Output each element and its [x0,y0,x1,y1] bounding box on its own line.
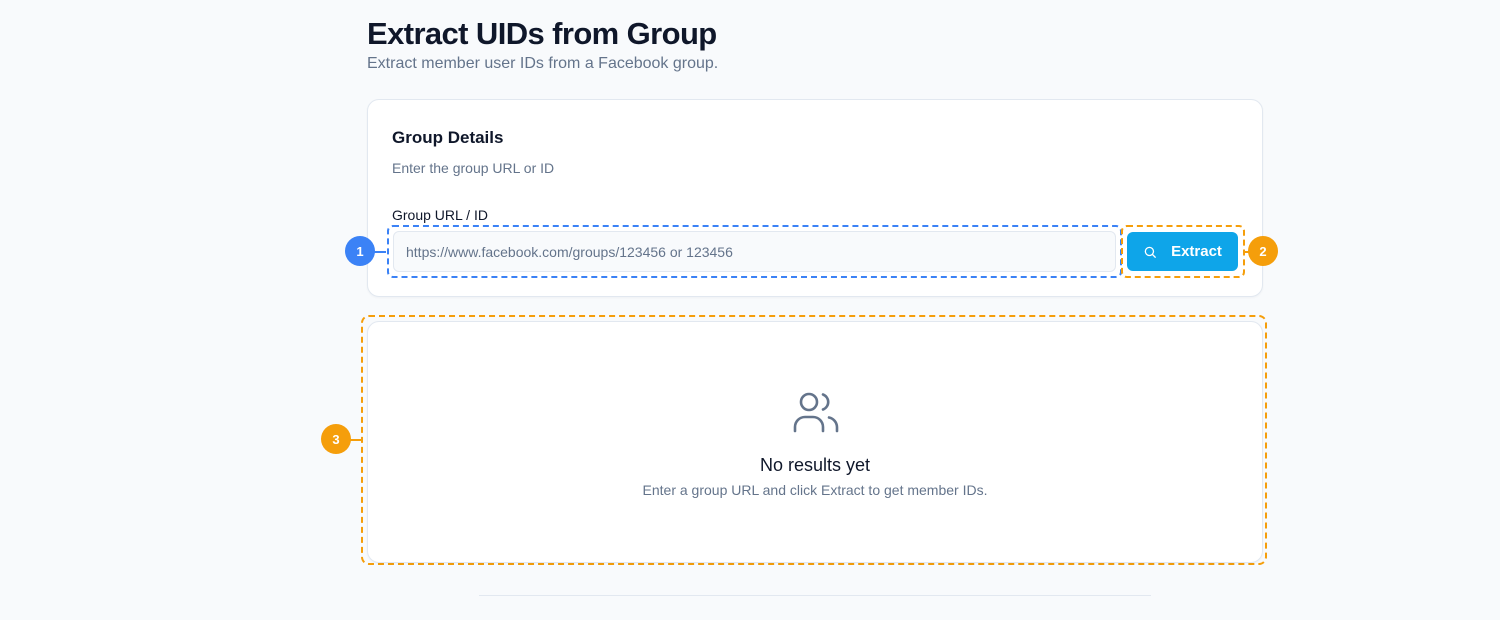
group-input-highlight [387,225,1122,278]
card-title: Group Details [392,128,504,147]
empty-state-title: No results yet [759,455,871,475]
group-url-input[interactable] [393,231,1116,272]
page-title: Extract UIDs from Group [367,16,717,51]
annotation-marker-2: 2 [1248,236,1278,266]
page-header: Extract UIDs from Group Extract member u… [367,14,718,74]
group-url-label: Group URL / ID [392,207,488,223]
results-card: No results yet Enter a group URL and cli… [367,321,1263,563]
group-details-card: Group Details Enter the group URL or ID … [367,99,1263,297]
annotation-marker-3: 3 [321,424,351,454]
annotation-marker-1: 1 [345,236,375,266]
marker-1-connector [374,251,386,253]
card-description: Enter the group URL or ID [392,160,555,176]
page-subtitle: Extract member user IDs from a Facebook … [367,55,719,72]
extract-button-highlight: Extract [1121,225,1245,278]
extract-button-label: Extract [1171,243,1222,260]
footer-divider [479,595,1151,596]
users-icon [792,390,840,439]
extract-button[interactable]: Extract [1127,232,1238,271]
empty-state-description: Enter a group URL and click Extract to g… [642,482,988,498]
search-icon [1143,245,1157,259]
